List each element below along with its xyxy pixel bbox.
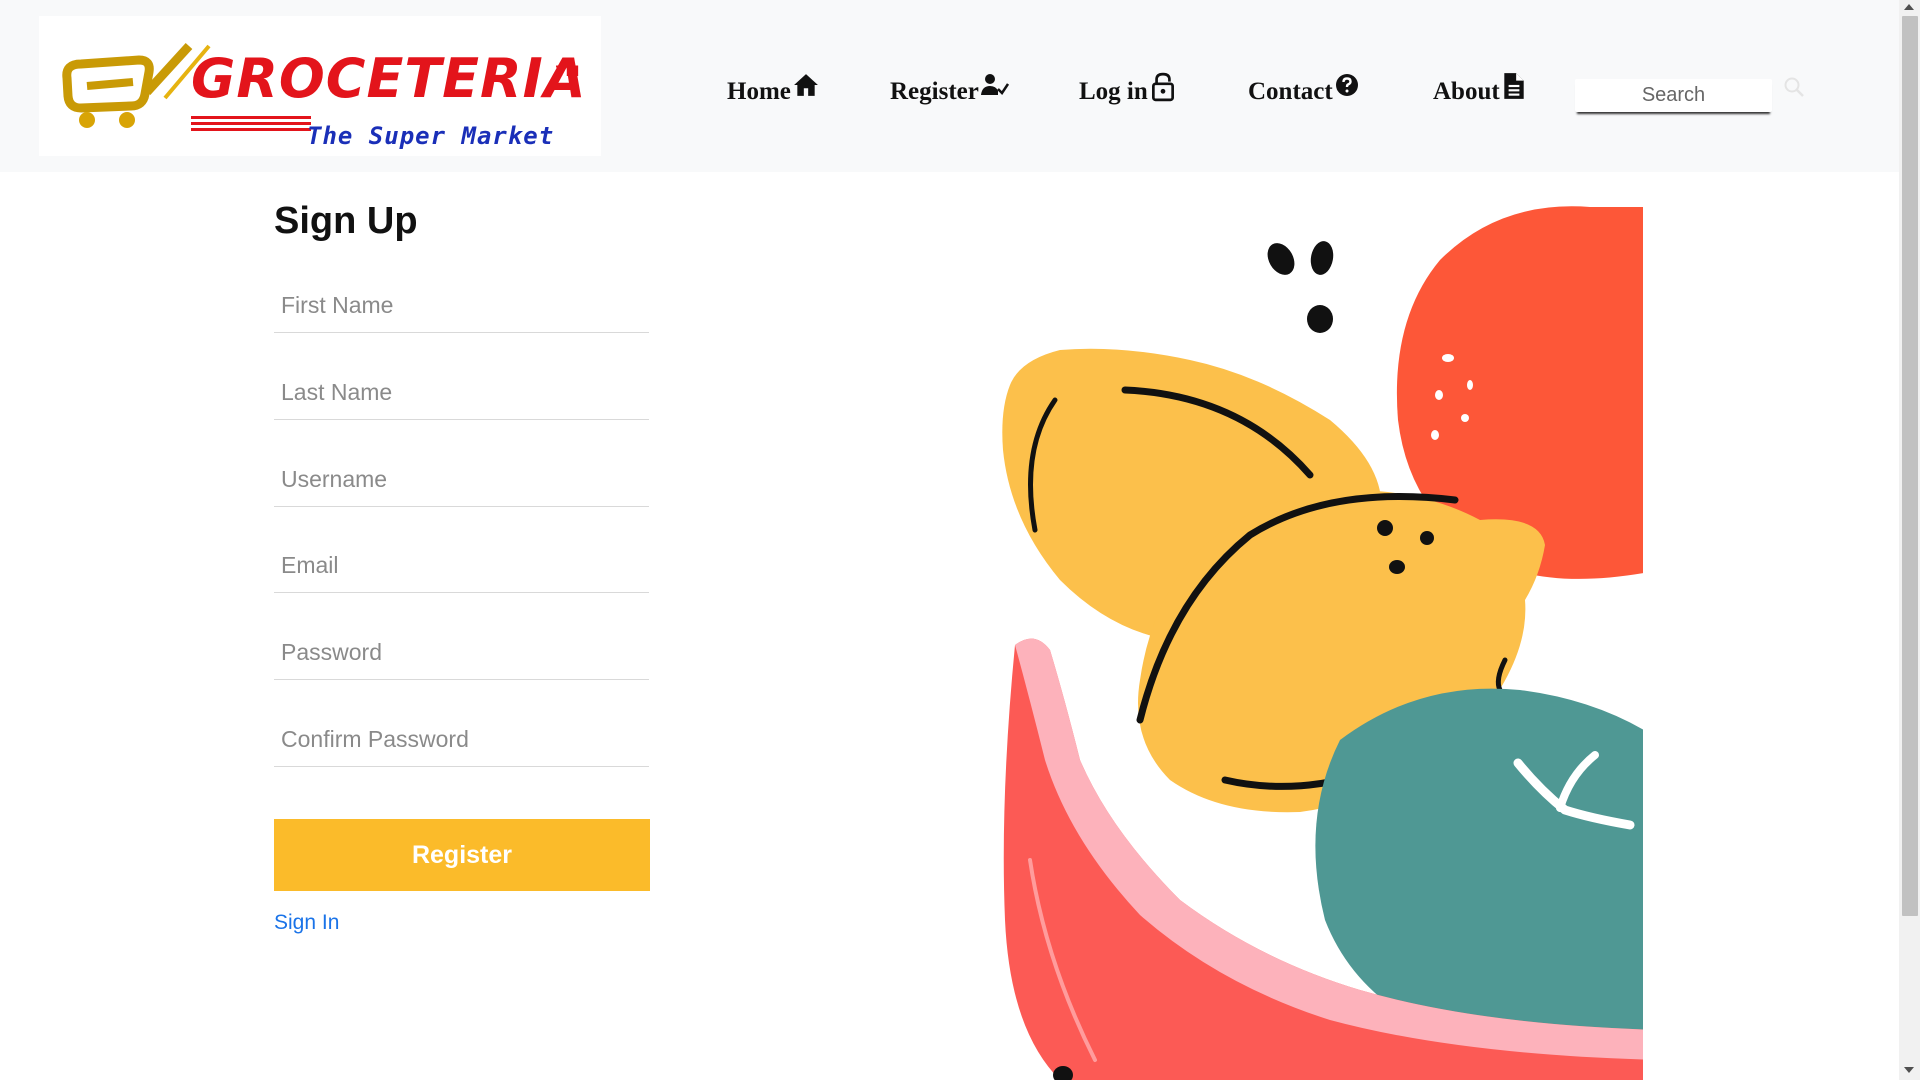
nav-about-label: About <box>1433 78 1500 105</box>
home-icon <box>793 74 818 96</box>
nav-contact[interactable]: Contact <box>1248 72 1359 112</box>
logo-tagline: The Super Market <box>307 122 555 150</box>
password-field[interactable] <box>274 626 649 680</box>
nav-login[interactable]: Log in <box>1079 72 1176 112</box>
nav-home-label: Home <box>727 78 791 105</box>
nav-register[interactable]: Register <box>890 72 1009 112</box>
confirm-password-field[interactable] <box>274 713 649 767</box>
scroll-up-arrow-icon[interactable] <box>1904 4 1914 10</box>
nav-about[interactable]: About <box>1433 72 1526 112</box>
logo-trademark: TM <box>556 64 580 80</box>
scroll-down-arrow-icon[interactable] <box>1904 1067 1914 1073</box>
sign-in-link[interactable]: Sign In <box>274 911 339 935</box>
nav-home[interactable]: Home <box>727 72 819 112</box>
nav-register-label: Register <box>890 78 979 105</box>
nav-login-label: Log in <box>1079 78 1148 105</box>
register-button[interactable]: Register <box>274 819 650 891</box>
nav-contact-label: Contact <box>1248 78 1333 105</box>
username-field[interactable] <box>274 453 649 507</box>
email-field[interactable] <box>274 539 649 593</box>
search-icon[interactable] <box>1783 76 1805 98</box>
signup-title: Sign Up <box>274 200 418 242</box>
file-text-icon <box>1503 73 1524 99</box>
groceteria-logo[interactable]: GROCETERIA TM The Super Market <box>39 16 601 156</box>
question-circle-icon <box>1335 74 1358 96</box>
first-name-field[interactable] <box>274 279 649 333</box>
fruit-illustration <box>1002 206 1643 1080</box>
unlock-icon <box>1151 72 1174 102</box>
last-name-field[interactable] <box>274 366 649 420</box>
search-input[interactable] <box>1575 79 1772 112</box>
logo-name: GROCETERIA <box>191 47 587 110</box>
user-check-icon <box>980 74 1009 95</box>
vertical-scrollbar[interactable] <box>1899 0 1920 1080</box>
scroll-thumb[interactable] <box>1902 16 1918 916</box>
navbar: GROCETERIA TM The Super Market Home Regi… <box>0 0 1899 172</box>
